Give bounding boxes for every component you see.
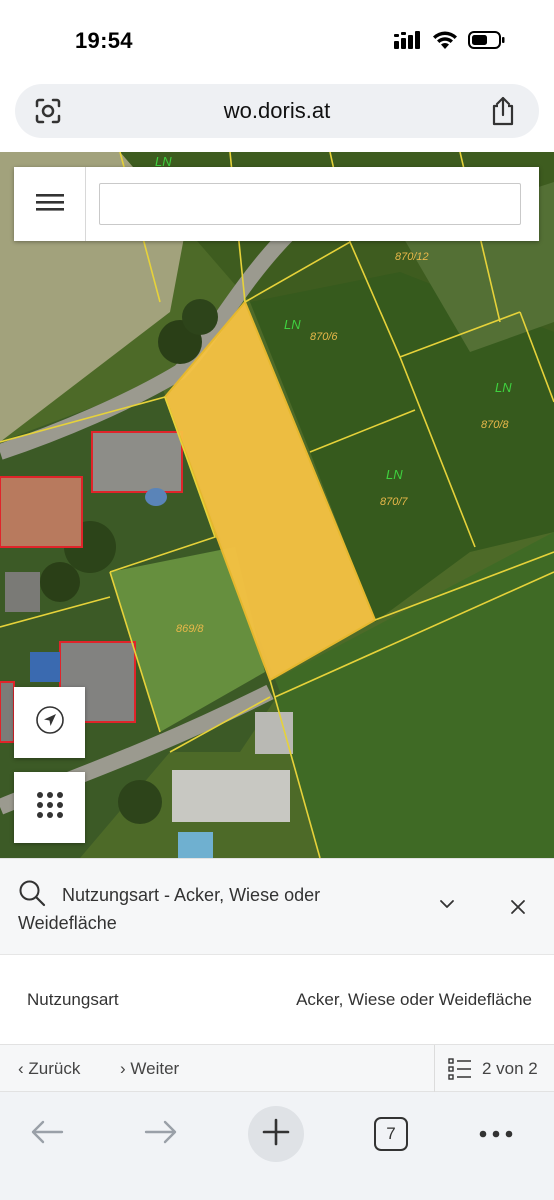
- list-icon[interactable]: [448, 1056, 472, 1087]
- result-count: 2 von 2: [482, 1059, 538, 1078]
- back-button-label: Zurück: [28, 1059, 81, 1078]
- menu-button[interactable]: [14, 167, 86, 241]
- feature-info-header: Nutzungsart - Acker, Wiese oder Weideflä…: [0, 858, 554, 954]
- locate-me-button[interactable]: [14, 687, 85, 758]
- tab-count: 7: [374, 1117, 408, 1151]
- layers-grid-button[interactable]: [14, 772, 85, 843]
- cellular-signal-icon: [394, 31, 422, 54]
- chevron-down-icon[interactable]: [436, 897, 458, 916]
- address-bar[interactable]: wo.doris.at: [15, 84, 539, 138]
- land-use-label: LN: [386, 467, 403, 482]
- chevron-left-icon: ‹: [18, 1059, 24, 1078]
- more-menu-button[interactable]: [468, 1106, 524, 1162]
- attribute-value: Acker, Wiese oder Weidefläche: [296, 990, 532, 1009]
- tab-switcher-button[interactable]: 7: [363, 1106, 419, 1162]
- status-bar: 19:54: [0, 0, 554, 80]
- arrow-right-icon: [143, 1119, 179, 1150]
- map-view[interactable]: 870/12 870/6 870/8 870/7 869/8 LN LN LN …: [0, 152, 554, 858]
- next-button-label: Weiter: [130, 1059, 180, 1078]
- url-text[interactable]: wo.doris.at: [15, 98, 539, 124]
- attribute-row: Nutzungsart Acker, Wiese oder Weidefläch…: [0, 954, 554, 1044]
- battery-icon: [468, 30, 506, 55]
- more-dots-icon: [479, 1125, 513, 1143]
- parcel-label: 870/12: [395, 251, 429, 263]
- arrow-left-icon: [29, 1119, 65, 1150]
- attribute-key: Nutzungsart: [27, 990, 119, 1009]
- back-button[interactable]: ‹ Zurück: [18, 1059, 80, 1079]
- chevron-right-icon: ›: [120, 1059, 126, 1078]
- hamburger-menu-icon: [35, 192, 64, 217]
- map-search-panel: [14, 167, 539, 241]
- feature-info-title: Nutzungsart - Acker, Wiese oder Weideflä…: [18, 885, 321, 933]
- parcel-label: 870/6: [310, 331, 338, 343]
- share-icon[interactable]: [489, 96, 517, 131]
- browser-back-button[interactable]: [19, 1106, 75, 1162]
- status-icons: [394, 30, 506, 55]
- map-search-input[interactable]: [99, 183, 521, 225]
- result-pager: ‹ Zurück › Weiter 2 von 2: [0, 1044, 554, 1093]
- wifi-icon: [432, 30, 458, 55]
- close-icon[interactable]: [508, 897, 528, 922]
- browser-toolbar: 7: [0, 1092, 554, 1200]
- grid-dots-icon: [36, 791, 64, 824]
- parcel-label: 869/8: [176, 623, 204, 635]
- divider: [434, 1045, 435, 1093]
- new-tab-button[interactable]: [248, 1106, 304, 1162]
- parcel-label: 870/8: [481, 419, 509, 431]
- parcel-label: 870/7: [380, 496, 408, 508]
- navigation-arrow-icon: [35, 705, 65, 740]
- status-time: 19:54: [75, 28, 133, 53]
- plus-icon: [262, 1118, 290, 1151]
- next-button[interactable]: › Weiter: [120, 1059, 179, 1079]
- browser-forward-button[interactable]: [133, 1106, 189, 1162]
- land-use-label: LN: [284, 317, 301, 332]
- land-use-label: LN: [495, 380, 512, 395]
